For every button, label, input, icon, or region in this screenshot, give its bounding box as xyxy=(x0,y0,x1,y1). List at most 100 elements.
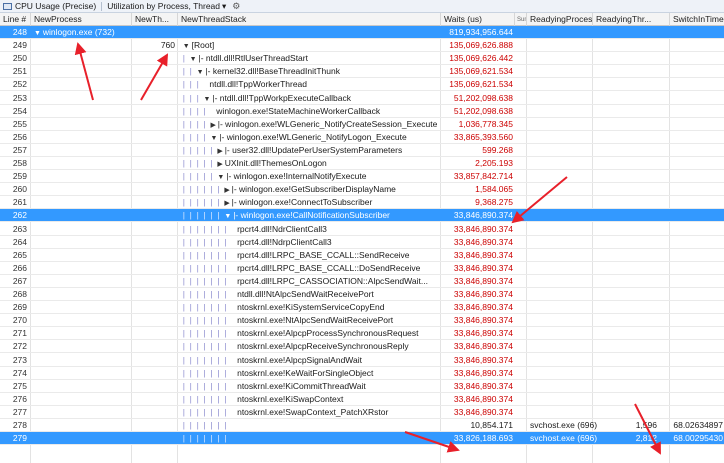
table-row[interactable]: 277 | | | | | | | ntoskrnl.exe!SwapConte… xyxy=(0,406,724,419)
table-row[interactable]: 267 | | | | | | | rpcrt4.dll!LRPC_CASSOC… xyxy=(0,275,724,288)
waits-cell: 33,846,890.374 xyxy=(453,328,513,339)
expand-toggle-icon[interactable]: ▶ xyxy=(210,122,217,129)
waits-cell: 33,846,890.374 xyxy=(453,275,513,286)
table-row[interactable]: 273 | | | | | | | ntoskrnl.exe!AlpcpSign… xyxy=(0,354,724,367)
table-row[interactable]: 262 | | | | | | ▼ |- winlogon.exe!CallNo… xyxy=(0,209,724,223)
expand-toggle-icon[interactable]: ▶ xyxy=(217,148,224,155)
table-row[interactable]: 259 | | | | | ▼ |- winlogon.exe!Internal… xyxy=(0,170,724,184)
table-row[interactable]: 266 | | | | | | | rpcrt4.dll!LRPC_BASE_C… xyxy=(0,262,724,275)
readying-thread-cell xyxy=(593,105,669,118)
readying-thread-cell xyxy=(593,288,669,301)
line-number-cell: 254 xyxy=(12,105,27,116)
stack-frame-name: |- ntdll.dll!TppWorkpExecuteCallback xyxy=(212,92,351,103)
readying-thread-cell xyxy=(593,380,669,393)
thread-id-cell xyxy=(132,288,177,301)
column-header-readying-thread[interactable]: ReadyingThr... xyxy=(593,13,670,26)
tree-guide: | | | | | xyxy=(178,171,218,182)
column-header-stack[interactable]: NewThreadStack xyxy=(178,13,441,26)
stack-cell: | | | | ▼ |- winlogon.exe!WLGeneric_Noti… xyxy=(178,131,440,144)
expand-toggle-icon[interactable]: ▶ xyxy=(224,187,231,194)
table-row[interactable]: 276 | | | | | | | ntoskrnl.exe!KiSwapCon… xyxy=(0,393,724,406)
waits-cell: 135,069,626.888 xyxy=(449,40,513,51)
table-row[interactable]: 279 | | | | | | | 33,826,188.693 svchost.… xyxy=(0,432,724,446)
expand-toggle-icon[interactable]: ▼ xyxy=(183,43,192,50)
readying-thread-cell xyxy=(593,170,669,183)
waits-cell: 135,069,621.534 xyxy=(449,79,513,90)
stack-cell: | | | | | | | ntoskrnl.exe!AlpcpSignalAn… xyxy=(178,354,440,367)
table-row[interactable]: 256 | | | | ▼ |- winlogon.exe!WLGeneric_… xyxy=(0,131,724,144)
process-cell xyxy=(31,105,131,118)
stack-frame-name: ntoskrnl.exe!NtAlpcSendWaitReceivePort xyxy=(237,315,394,326)
table-row[interactable]: 271 | | | | | | | ntoskrnl.exe!AlpcpProc… xyxy=(0,327,724,341)
expand-toggle-icon[interactable]: ▶ xyxy=(217,161,224,168)
stack-cell: | | | | | | | rpcrt4.dll!NdrClientCall3 xyxy=(178,223,440,236)
preset-dropdown[interactable]: Utilization by Process, Thread ▾ xyxy=(104,0,229,13)
table-row[interactable]: 261 | | | | | | ▶ |- winlogon.exe!Connec… xyxy=(0,196,724,210)
column-header-switch-in-time[interactable]: SwitchInTime... xyxy=(670,13,724,26)
switch-in-time-cell xyxy=(670,367,724,380)
switch-in-time-cell xyxy=(670,65,724,78)
table-row[interactable]: 255 | | | | ▶ |- winlogon.exe!WLGeneric_… xyxy=(0,118,724,131)
readying-thread-cell xyxy=(593,340,669,353)
thread-id-cell xyxy=(132,131,177,144)
table-row[interactable]: 269 | | | | | | | ntoskrnl.exe!KiSystemS… xyxy=(0,301,724,315)
table-row[interactable]: 252 | | | ntdll.dll!TppWorkerThread 135,0… xyxy=(0,78,724,92)
stack-cell: | | | | | ▶ UXInit.dll!ThemesOnLogon xyxy=(178,157,440,170)
thread-id-cell xyxy=(132,275,177,288)
thread-id-cell xyxy=(132,183,177,196)
readying-thread-cell xyxy=(593,39,669,52)
readying-thread-cell: 1,596 xyxy=(635,420,657,430)
table-row[interactable]: 258 | | | | | ▶ UXInit.dll!ThemesOnLogon… xyxy=(0,157,724,170)
expand-toggle-icon[interactable]: ▼ xyxy=(217,174,226,181)
table-row[interactable]: 257 | | | | | ▶ |- user32.dll!UpdatePerU… xyxy=(0,144,724,157)
expand-toggle-icon[interactable]: ▼ xyxy=(224,213,233,220)
column-header-readying-process[interactable]: ReadyingProcess xyxy=(527,13,593,26)
table-row[interactable]: 265 | | | | | | | rpcrt4.dll!LRPC_BASE_C… xyxy=(0,249,724,262)
thread-id-cell xyxy=(132,340,177,353)
process-cell xyxy=(31,432,131,445)
table-row[interactable]: 253 | | | ▼ |- ntdll.dll!TppWorkpExecute… xyxy=(0,92,724,105)
switch-in-time-cell xyxy=(670,105,724,118)
tree-guide: | | | xyxy=(178,92,204,103)
thread-id-cell xyxy=(132,314,177,327)
table-row[interactable]: 260 | | | | | | ▶ |- winlogon.exe!GetSub… xyxy=(0,183,724,197)
column-header-line[interactable]: Line # xyxy=(0,13,31,26)
column-header-process[interactable]: NewProcess xyxy=(31,13,132,26)
table-row[interactable]: 264 | | | | | | | rpcrt4.dll!NdrpClientC… xyxy=(0,236,724,249)
switch-in-time-cell xyxy=(670,340,724,353)
thread-id-cell xyxy=(132,105,177,118)
column-header-waits[interactable]: Waits (us) xyxy=(441,13,515,26)
table-row[interactable]: 278 | | | | | | | 10,854.171 svchost.exe … xyxy=(0,419,724,432)
table-row[interactable]: 249 760 ▼ [Root] 135,069,626.888 xyxy=(0,39,724,53)
table-row[interactable]: 268 | | | | | | | ntdll.dll!NtAlpcSendWa… xyxy=(0,288,724,301)
table-row[interactable]: 270 | | | | | | | ntoskrnl.exe!NtAlpcSen… xyxy=(0,314,724,328)
stack-table: 248 ▼ winlogon.exe (732) 819,934,956.644 24… xyxy=(0,26,724,463)
switch-in-time-cell xyxy=(670,380,724,393)
expand-toggle-icon[interactable]: ▶ xyxy=(224,200,231,207)
column-header-thread[interactable]: NewTh... xyxy=(132,13,178,26)
tree-guide: | | | | | | | xyxy=(178,223,232,234)
process-cell xyxy=(31,183,131,196)
thread-id-cell xyxy=(132,354,177,367)
view-title-tab[interactable]: CPU Usage (Precise) xyxy=(0,0,99,13)
table-row[interactable]: 250 | ▼ |- ntdll.dll!RtlUserThreadStart 1… xyxy=(0,52,724,66)
table-row[interactable]: 275 | | | | | | | ntoskrnl.exe!KiCommitT… xyxy=(0,380,724,393)
table-row[interactable]: 274 | | | | | | | ntoskrnl.exe!KeWaitFor… xyxy=(0,367,724,380)
expand-toggle-icon[interactable]: ▼ xyxy=(210,135,219,142)
table-row[interactable]: 272 | | | | | | | ntoskrnl.exe!AlpcpRece… xyxy=(0,340,724,354)
table-row[interactable]: 263 | | | | | | | rpcrt4.dll!NdrClientCa… xyxy=(0,223,724,236)
expand-toggle-icon[interactable]: ▼ xyxy=(190,56,199,63)
thread-id-cell xyxy=(132,406,177,419)
line-number-cell: 250 xyxy=(12,53,27,64)
expand-toggle-icon[interactable]: ▼ xyxy=(34,30,43,37)
gear-icon[interactable]: ⚙ xyxy=(229,1,243,12)
line-number-cell: 252 xyxy=(12,79,27,90)
process-cell xyxy=(31,301,131,314)
waits-cell: 33,846,890.374 xyxy=(453,315,513,326)
table-row[interactable]: 254 | | | | winlogon.exe!StateMachineWor… xyxy=(0,105,724,118)
process-cell xyxy=(31,327,131,340)
stack-frame-name: rpcrt4.dll!NdrpClientCall3 xyxy=(237,236,332,247)
table-row[interactable]: 251 | | ▼ |- kernel32.dll!BaseThreadInit… xyxy=(0,65,724,79)
table-row[interactable]: 248 ▼ winlogon.exe (732) 819,934,956.644 xyxy=(0,26,724,39)
